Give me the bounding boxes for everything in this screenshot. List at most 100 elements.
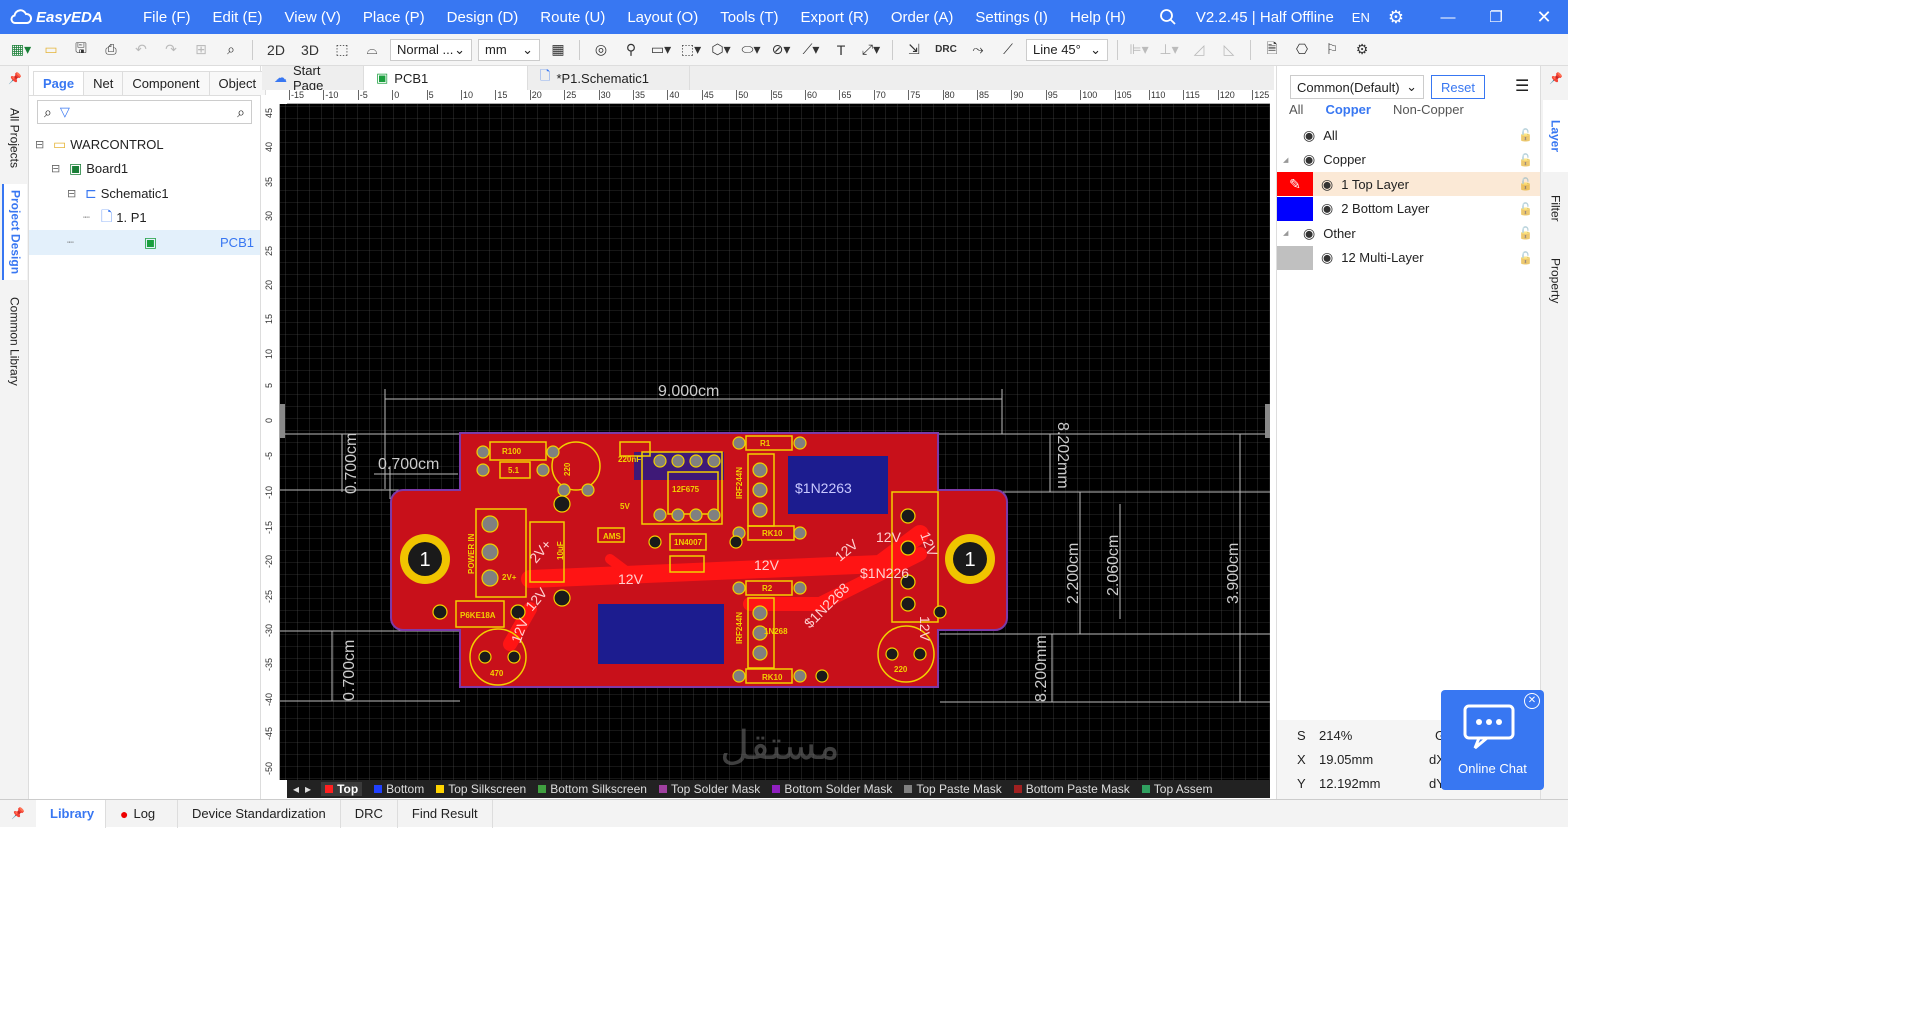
layer-row[interactable]: ◉ 2 Bottom Layer 🔓: [1277, 196, 1541, 221]
minimize-icon[interactable]: —: [1433, 9, 1463, 26]
right-collapse-handle[interactable]: [1265, 404, 1270, 438]
file-export-icon[interactable]: 🗎: [1260, 38, 1284, 62]
layer-row[interactable]: ◉ 12 Multi-Layer 🔓: [1277, 245, 1541, 270]
eye-icon[interactable]: ◉: [1321, 249, 1333, 266]
tree-node[interactable]: ┈ ▣ PCB1: [29, 230, 260, 255]
polygon-icon[interactable]: ⬚▾: [679, 38, 703, 62]
view-2d-button[interactable]: 2D: [262, 38, 290, 62]
menu-item[interactable]: Edit (E): [202, 9, 274, 26]
menu-item[interactable]: Place (P): [352, 9, 436, 26]
tab-property[interactable]: Property: [1543, 244, 1568, 318]
undo-icon[interactable]: ↶: [129, 38, 153, 62]
drc-button[interactable]: DRC: [932, 38, 960, 62]
lock-icon[interactable]: 🔓: [1518, 251, 1533, 265]
filter-icon[interactable]: ▽: [60, 104, 70, 120]
eye-icon[interactable]: ◉: [1303, 151, 1315, 168]
menu-item[interactable]: Design (D): [436, 9, 530, 26]
layer-toggle[interactable]: Top Silkscreen: [436, 782, 526, 796]
open-folder-icon[interactable]: ▭: [39, 38, 63, 62]
tab-device-standardization[interactable]: Device Standardization: [178, 799, 341, 828]
tree-toggle-icon[interactable]: ┈: [67, 236, 81, 249]
tab-layer[interactable]: Layer: [1543, 100, 1568, 172]
menu-item[interactable]: Export (R): [790, 9, 880, 26]
redo-icon[interactable]: ↷: [159, 38, 183, 62]
eye-icon[interactable]: ◉: [1303, 225, 1315, 242]
menu-item[interactable]: Route (U): [529, 9, 616, 26]
settings-gear-icon[interactable]: ⚙: [1388, 7, 1404, 28]
select-box-icon[interactable]: ⬚: [330, 38, 354, 62]
layer-row[interactable]: ◢ ◉ Other 🔓: [1277, 221, 1541, 245]
panel-tab-component[interactable]: Component: [122, 71, 210, 95]
text-icon[interactable]: T: [829, 38, 853, 62]
layer-toggle[interactable]: Top: [321, 782, 363, 796]
tab-start-page[interactable]: ☁ Start Page: [262, 63, 364, 93]
menu-item[interactable]: File (F): [132, 9, 202, 26]
layer-toggle[interactable]: Bottom Paste Mask: [1013, 782, 1130, 796]
layer-color-swatch[interactable]: [1277, 245, 1313, 270]
photo-view-icon[interactable]: ⌓: [360, 38, 384, 62]
auto-route-icon[interactable]: ⟋: [996, 38, 1020, 62]
lock-icon[interactable]: 🔓: [1518, 128, 1533, 142]
tab-filter[interactable]: Filter: [1543, 178, 1568, 238]
layer-row[interactable]: ◢ ◉ Copper 🔓: [1277, 148, 1541, 172]
grid-icon[interactable]: ▦: [546, 38, 570, 62]
layer-color-swatch[interactable]: ✎: [1277, 172, 1313, 196]
lock-icon[interactable]: 🔓: [1518, 226, 1533, 240]
collapse-arrow-icon[interactable]: ◢: [1283, 229, 1288, 237]
find-icon[interactable]: ⌕: [219, 38, 243, 62]
route-icon[interactable]: ⤳: [966, 38, 990, 62]
align-icon[interactable]: ⊫▾: [1127, 38, 1151, 62]
grid-arrange-icon[interactable]: ⊞: [189, 38, 213, 62]
tab-log[interactable]: ● Log: [106, 799, 178, 828]
no-connect-icon[interactable]: ⊘▾: [769, 38, 793, 62]
layer-row[interactable]: ◉ All 🔓: [1277, 123, 1541, 147]
new-file-icon[interactable]: ▦▾: [9, 38, 33, 62]
layer-row[interactable]: ✎ ◉ 1 Top Layer 🔓: [1277, 172, 1541, 196]
tab-common-library[interactable]: Common Library: [2, 292, 27, 390]
layer-color-swatch[interactable]: [1277, 196, 1313, 221]
maximize-icon[interactable]: ❐: [1481, 8, 1511, 26]
fabrication-icon[interactable]: ⚐: [1320, 38, 1344, 62]
layer-toggle[interactable]: Bottom Solder Mask: [772, 782, 892, 796]
tab-pcb1[interactable]: ▣ PCB1: [364, 66, 528, 90]
tree-node[interactable]: ┈ 🗋 1. P1: [29, 206, 260, 231]
view-3d-button[interactable]: 3D: [296, 38, 324, 62]
tree-toggle-icon[interactable]: ⊟: [67, 187, 81, 200]
panel-tab-object[interactable]: Object: [208, 71, 267, 95]
tree-toggle-icon[interactable]: ⊟: [35, 138, 49, 151]
tab-schematic[interactable]: 🗋 *P1.Schematic1: [528, 66, 690, 90]
menu-item[interactable]: Layout (O): [616, 9, 709, 26]
eye-icon[interactable]: ◉: [1321, 200, 1333, 217]
close-chat-icon[interactable]: ✕: [1524, 693, 1540, 709]
filter-tab-copper[interactable]: Copper: [1325, 102, 1371, 117]
panel-tab-page[interactable]: Page: [33, 71, 85, 95]
tree-node[interactable]: ⊟ ▣ Board1: [29, 157, 260, 182]
pour-icon[interactable]: ⬡▾: [709, 38, 733, 62]
tree-node[interactable]: ⊟ ▭ WARCONTROL: [29, 132, 260, 157]
pcb-canvas[interactable]: 9.000cm 0.700cm 0.700cm 0.700cm 8.202mm …: [280, 104, 1270, 780]
mounting-hole-left[interactable]: 1: [400, 534, 450, 584]
dimension-icon[interactable]: ⤢▾: [859, 38, 883, 62]
layer-toggle[interactable]: Bottom: [374, 782, 424, 796]
via-icon[interactable]: ◎: [589, 38, 613, 62]
reset-button[interactable]: Reset: [1431, 75, 1485, 99]
pin-icon[interactable]: 📌: [8, 72, 22, 85]
filter-tab-all[interactable]: All: [1289, 102, 1303, 117]
tab-project-design[interactable]: Project Design: [2, 184, 27, 280]
routing-angle-select[interactable]: Line 45° ⌄: [1026, 38, 1108, 61]
rect-region-icon[interactable]: ▭▾: [649, 38, 673, 62]
panel-tab-net[interactable]: Net: [83, 71, 124, 95]
layer-toggle[interactable]: Top Paste Mask: [904, 782, 1002, 796]
search-icon[interactable]: [1159, 8, 1177, 26]
line-icon[interactable]: ⟋▾: [799, 38, 823, 62]
tree-toggle-icon[interactable]: ⊟: [51, 162, 65, 175]
tab-library[interactable]: Library: [36, 799, 106, 828]
flip-icon[interactable]: ◿: [1187, 38, 1211, 62]
mounting-hole-right[interactable]: 1: [945, 534, 995, 584]
menu-item[interactable]: Help (H): [1059, 9, 1137, 26]
layer-toggle[interactable]: Top Assem: [1141, 782, 1212, 796]
menu-item[interactable]: View (V): [274, 9, 352, 26]
menu-item[interactable]: Tools (T): [709, 9, 789, 26]
layer-preset-select[interactable]: Common(Default) ⌄: [1290, 75, 1424, 99]
ellipse-icon[interactable]: ⬭▾: [739, 38, 763, 62]
